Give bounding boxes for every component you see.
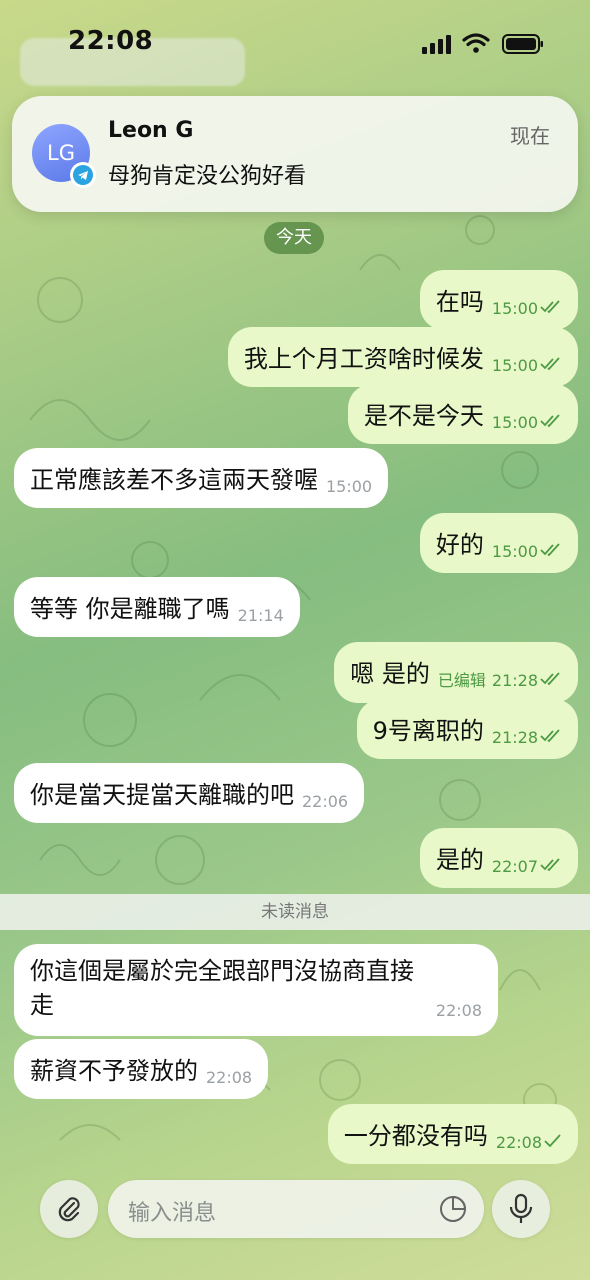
message-text: 在吗 [435, 288, 484, 316]
message-bubble-outgoing[interactable]: 好的 15:00 [419, 513, 578, 573]
message-bubble-incoming[interactable]: 你這個是屬於完全跟部門沒協商直接 走 22:08 [14, 944, 498, 1036]
status-time: 22:08 [68, 26, 154, 56]
telegram-icon [73, 165, 93, 185]
wifi-icon [462, 33, 490, 53]
message-text: 你這個是屬於完全跟部門沒協商直接 [30, 957, 414, 985]
message-time: 15:00 [491, 299, 538, 318]
cellular-signal-icon [422, 35, 451, 54]
microphone-icon [509, 1193, 533, 1223]
telegram-badge [70, 162, 96, 188]
message-notification-banner[interactable]: LG Leon G 母狗肯定没公狗好看 现在 [12, 96, 578, 212]
message-text: 好的 [435, 531, 484, 559]
message-text: 是的 [435, 846, 484, 874]
attach-button[interactable] [40, 1180, 98, 1238]
message-time: 15:00 [326, 477, 373, 496]
message-bubble-outgoing[interactable]: 一分都没有吗 22:08 [327, 1104, 578, 1164]
message-text: 你是當天提當天離職的吧 [30, 781, 294, 809]
read-double-check-icon [540, 300, 560, 314]
message-bubble-outgoing[interactable]: 是不是今天 15:00 [347, 384, 578, 444]
message-time: 21:28 [491, 728, 538, 747]
notification-time: 现在 [510, 124, 550, 148]
message-text: 等等 你是離職了嗎 [30, 595, 230, 623]
notification-message: 母狗肯定没公狗好看 [108, 164, 307, 189]
message-text: 薪資不予發放的 [30, 1057, 198, 1085]
read-double-check-icon [540, 414, 560, 428]
notification-sender: Leon G [108, 118, 194, 143]
message-text-continued: 走 [30, 991, 54, 1019]
message-input[interactable]: 输入消息 [108, 1180, 484, 1238]
message-bubble-incoming[interactable]: 等等 你是離職了嗎 21:14 [14, 577, 300, 637]
message-text: 嗯 是的 [350, 660, 430, 688]
message-time: 22:06 [302, 792, 349, 811]
read-double-check-icon [540, 543, 560, 557]
voice-record-button[interactable] [492, 1180, 550, 1238]
message-time: 15:00 [491, 413, 538, 432]
message-text: 一分都没有吗 [343, 1122, 488, 1150]
message-time: 15:00 [491, 356, 538, 375]
message-time: 22:08 [495, 1133, 542, 1152]
message-text: 我上个月工资啥时候发 [243, 345, 484, 373]
message-bubble-incoming[interactable]: 你是當天提當天離職的吧 22:06 [14, 763, 365, 823]
message-text: 是不是今天 [363, 402, 484, 430]
status-bar: 22:08 [0, 0, 590, 90]
message-time: 15:00 [491, 542, 538, 561]
read-double-check-icon [540, 357, 560, 371]
message-bubble-incoming[interactable]: 薪資不予發放的 22:08 [14, 1039, 269, 1099]
message-time: 21:14 [237, 606, 284, 625]
message-text: 正常應該差不多這兩天發喔 [30, 466, 318, 494]
message-bubble-outgoing[interactable]: 9号离职的 21:28 [356, 699, 578, 759]
message-edited-label: 已编辑 [437, 671, 486, 690]
read-double-check-icon [540, 858, 560, 872]
message-time: 22:08 [206, 1068, 253, 1087]
message-time: 21:28 [491, 671, 538, 690]
message-text: 9号离职的 [372, 717, 484, 745]
read-double-check-icon [540, 729, 560, 743]
message-bubble-outgoing[interactable]: 嗯 是的 已编辑 21:28 [334, 642, 578, 703]
read-double-check-icon [540, 672, 560, 686]
paperclip-icon [58, 1197, 80, 1222]
message-time: 22:08 [435, 1001, 482, 1020]
message-bubble-incoming[interactable]: 正常應該差不多這兩天發喔 15:00 [14, 448, 389, 508]
sent-check-icon [544, 1134, 561, 1148]
message-bubble-outgoing[interactable]: 我上个月工资啥时候发 15:00 [227, 327, 578, 387]
message-bubble-outgoing[interactable]: 在吗 15:00 [419, 270, 578, 330]
message-input-placeholder: 输入消息 [128, 1201, 217, 1226]
battery-icon [502, 34, 543, 54]
message-bubble-outgoing[interactable]: 是的 22:07 [419, 828, 578, 888]
date-separator: 今天 [264, 222, 324, 254]
sticker-icon[interactable] [438, 1194, 468, 1224]
message-time: 22:07 [491, 857, 538, 876]
unread-messages-divider: 未读消息 [0, 894, 590, 930]
